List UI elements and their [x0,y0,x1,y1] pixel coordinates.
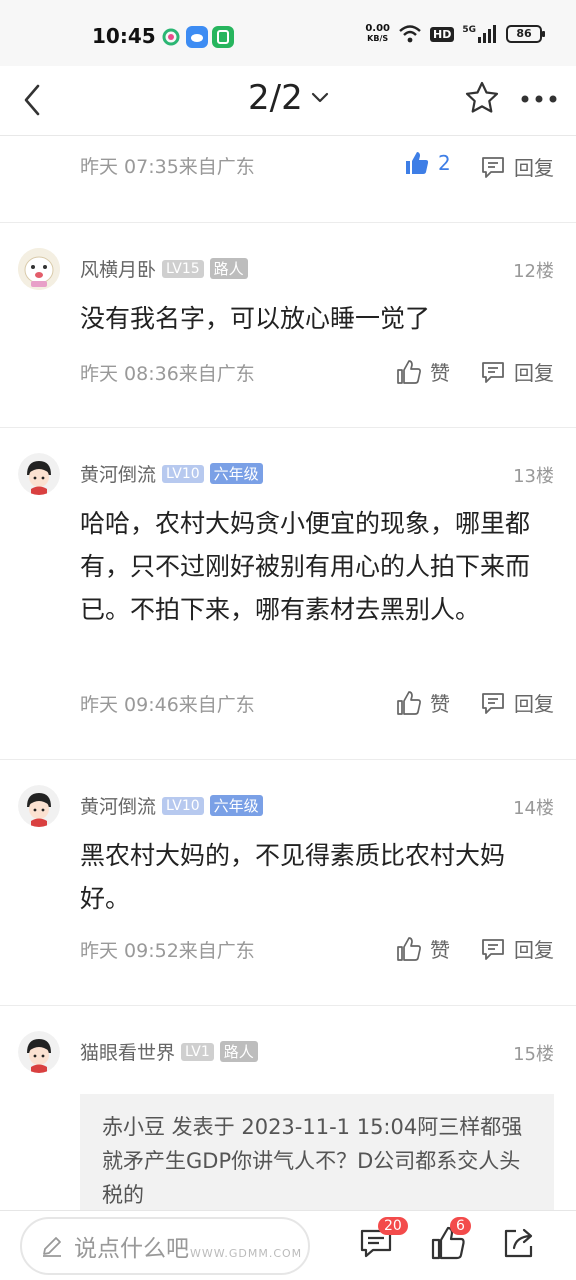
comment-text: 没有我名字，可以放心睡一觉了 [80,304,431,333]
comment-item: 猫眼看世界 LV1 路人 15楼 赤小豆 发表于 2023-11-1 15:04… [0,1006,576,1224]
avatar[interactable] [18,1031,60,1073]
quoted-reply[interactable]: 赤小豆 发表于 2023-11-1 15:04阿三样都强就矛产生GDP你讲气人不… [80,1094,554,1224]
share-icon [504,1228,533,1258]
pencil-icon [43,1237,61,1257]
comment-author[interactable]: 黄河倒流 LV10 六年级 [80,792,263,819]
net-speed-value: 0.00 [365,23,390,34]
page-indicator: 2/2 [248,78,303,118]
title-badge: 六年级 [209,795,263,816]
avatar[interactable] [18,248,60,290]
bottom-bar: 说点什么吧 20 6 WWW.GDMM.COM [0,1210,576,1280]
app-notification-icon-2 [186,26,208,48]
comment-item: 黄河倒流 LV10 六年级 13楼 哈哈，农村大妈贪小便宜的现象，哪里都有，只不… [0,428,576,760]
status-right: 0.00 KB/S HD 5G 86 [365,24,545,44]
net-speed: 0.00 KB/S [365,24,390,44]
comment-bubble-icon [482,692,504,714]
comment-bubble-icon [482,156,504,178]
signal-indicator: 5G [462,25,498,43]
username: 猫眼看世界 [80,1042,176,1064]
like-label: 赞 [430,938,450,962]
net-speed-unit: KB/S [367,34,389,43]
back-button[interactable] [14,80,54,120]
thumbs-up-icon [397,936,421,961]
title-badge: 路人 [219,1041,258,1062]
thumbs-up-filled-icon [406,152,429,174]
comment-time: 昨天 09:52来自广东 [80,940,255,962]
username: 风横月卧 [80,259,157,281]
comment-text: 哈哈，农村大妈贪小便宜的现象，哪里都有，只不过刚好被别有用心的人拍下来而已。不拍… [80,509,531,624]
comment-item: 黄河倒流 LV10 六年级 14楼 黑农村大妈的，不见得素质比农村大妈好。 昨天… [0,760,576,1006]
reply-button[interactable]: 回复 [480,357,554,386]
nav-bar: 2/2 [0,66,576,136]
status-time: 10:45 [92,24,156,48]
comment-author[interactable]: 黄河倒流 LV10 六年级 [80,460,263,487]
star-icon [465,81,499,113]
floor-number: 12楼 [513,261,554,282]
comment-item: 昨天 07:35来自广东 2 回复 [0,136,576,223]
thumbs-up-icon [397,359,421,384]
status-bar: 10:45 0.00 KB/S HD 5G 86 [0,0,576,66]
like-button[interactable]: 赞 [396,934,450,963]
like-label: 赞 [430,361,450,385]
level-badge: LV15 [162,259,204,278]
floor-number: 13楼 [513,466,554,487]
input-placeholder: 说点什么吧 [74,1236,189,1262]
level-badge: LV10 [162,464,204,483]
like-post-button[interactable]: 6 [430,1217,471,1265]
comment-author[interactable]: 风横月卧 LV15 路人 [80,255,248,282]
comment-list: 昨天 07:35来自广东 2 回复 风横月卧 LV15 路人 12楼 没有我名字… [0,136,576,1224]
comment-time: 昨天 09:46来自广东 [80,694,255,716]
comment-author[interactable]: 猫眼看世界 LV1 路人 [80,1038,258,1065]
like-label: 赞 [430,692,450,716]
reply-label: 回复 [514,938,554,962]
title-badge: 六年级 [209,463,263,484]
comment-bubble-icon [482,938,504,960]
wifi-icon [399,25,421,43]
like-count: 2 [438,151,451,175]
level-badge: LV1 [181,1042,214,1061]
app-notification-icon-3 [212,26,234,48]
comment-text: 黑农村大妈的，不见得素质比农村大妈好。 [80,841,506,913]
username: 黄河倒流 [80,464,157,486]
page-selector[interactable]: 2/2 [248,78,331,118]
username: 黄河倒流 [80,796,157,818]
like-count-badge: 6 [450,1217,471,1235]
hd-badge: HD [430,26,455,42]
reply-button[interactable]: 回复 [480,152,554,181]
reply-button[interactable]: 回复 [480,934,554,963]
reply-label: 回复 [514,692,554,716]
comments-button[interactable]: 20 [358,1217,408,1265]
watermark: WWW.GDMM.COM [190,1247,303,1260]
back-arrow-icon [24,84,40,116]
app-notification-icon-1 [160,26,182,48]
reply-label: 回复 [514,156,554,180]
avatar[interactable] [18,785,60,827]
reply-button[interactable]: 回复 [480,688,554,717]
like-button[interactable]: 赞 [396,357,450,386]
avatar[interactable] [18,453,60,495]
signal-bars-icon [478,25,496,43]
comment-item: 风横月卧 LV15 路人 12楼 没有我名字，可以放心睡一觉了 昨天 08:36… [0,223,576,428]
comment-time: 昨天 08:36来自广东 [80,363,255,385]
battery-indicator: 86 [506,25,545,43]
more-button[interactable] [518,84,560,114]
comment-bubble-icon [482,361,504,383]
comment-input[interactable]: 说点什么吧 [20,1217,310,1275]
share-button[interactable] [500,1225,540,1265]
reply-label: 回复 [514,361,554,385]
floor-number: 14楼 [513,798,554,819]
comment-count-badge: 20 [378,1217,408,1235]
floor-number: 15楼 [513,1044,554,1065]
chevron-down-icon [311,92,328,103]
like-button[interactable]: 2 [404,150,451,176]
like-button[interactable]: 赞 [396,688,450,717]
comment-time: 昨天 07:35来自广东 [80,156,255,178]
level-badge: LV10 [162,796,204,815]
signal-label: 5G [462,25,476,35]
thumbs-up-icon [397,690,421,715]
favorite-button[interactable] [462,78,502,118]
more-dots-icon [521,95,557,103]
title-badge: 路人 [209,258,248,279]
